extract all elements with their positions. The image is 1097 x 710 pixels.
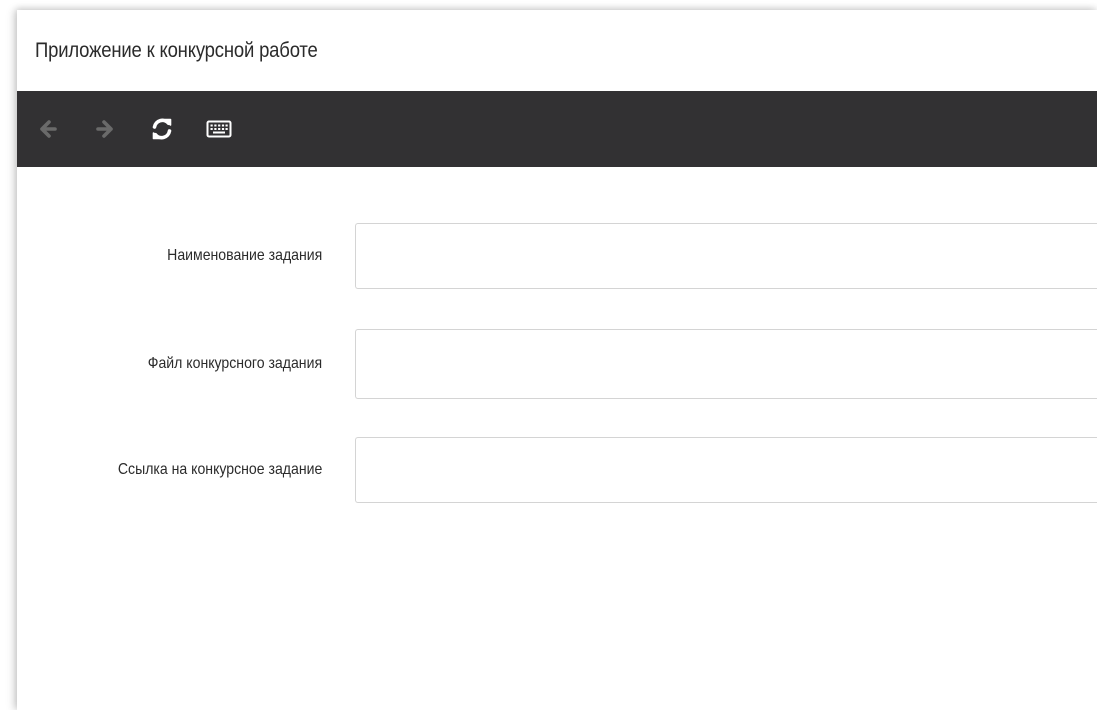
- refresh-icon: [152, 118, 172, 140]
- toolbar: [17, 91, 1097, 167]
- task-link-label: Ссылка на конкурсное задание: [117, 461, 322, 478]
- arrow-left-icon: [40, 120, 57, 138]
- task-file-label: Файл конкурсного задания: [147, 355, 322, 372]
- window-title: Приложение к конкурсной работе: [35, 38, 318, 62]
- dialog-window: Приложение к конкурсной работе Наименова…: [17, 10, 1097, 710]
- form-row-task-link: Ссылка на конкурсное задание: [17, 437, 1097, 503]
- title-bar: Приложение к конкурсной работе: [17, 10, 1097, 91]
- keyboard-icon: [206, 120, 232, 138]
- forward-button[interactable]: [88, 112, 122, 146]
- task-name-input[interactable]: [355, 223, 1097, 289]
- task-name-label: Наименование задания: [166, 247, 322, 264]
- keyboard-button[interactable]: [202, 112, 236, 146]
- form: Наименование задания Файл конкурсного за…: [17, 167, 1097, 503]
- form-row-task-name: Наименование задания: [17, 223, 1097, 289]
- refresh-button[interactable]: [145, 112, 179, 146]
- task-link-input[interactable]: [355, 437, 1097, 503]
- back-button[interactable]: [31, 112, 65, 146]
- arrow-right-icon: [96, 120, 113, 138]
- form-row-task-file: Файл конкурсного задания: [17, 329, 1097, 399]
- task-file-input[interactable]: [355, 329, 1097, 399]
